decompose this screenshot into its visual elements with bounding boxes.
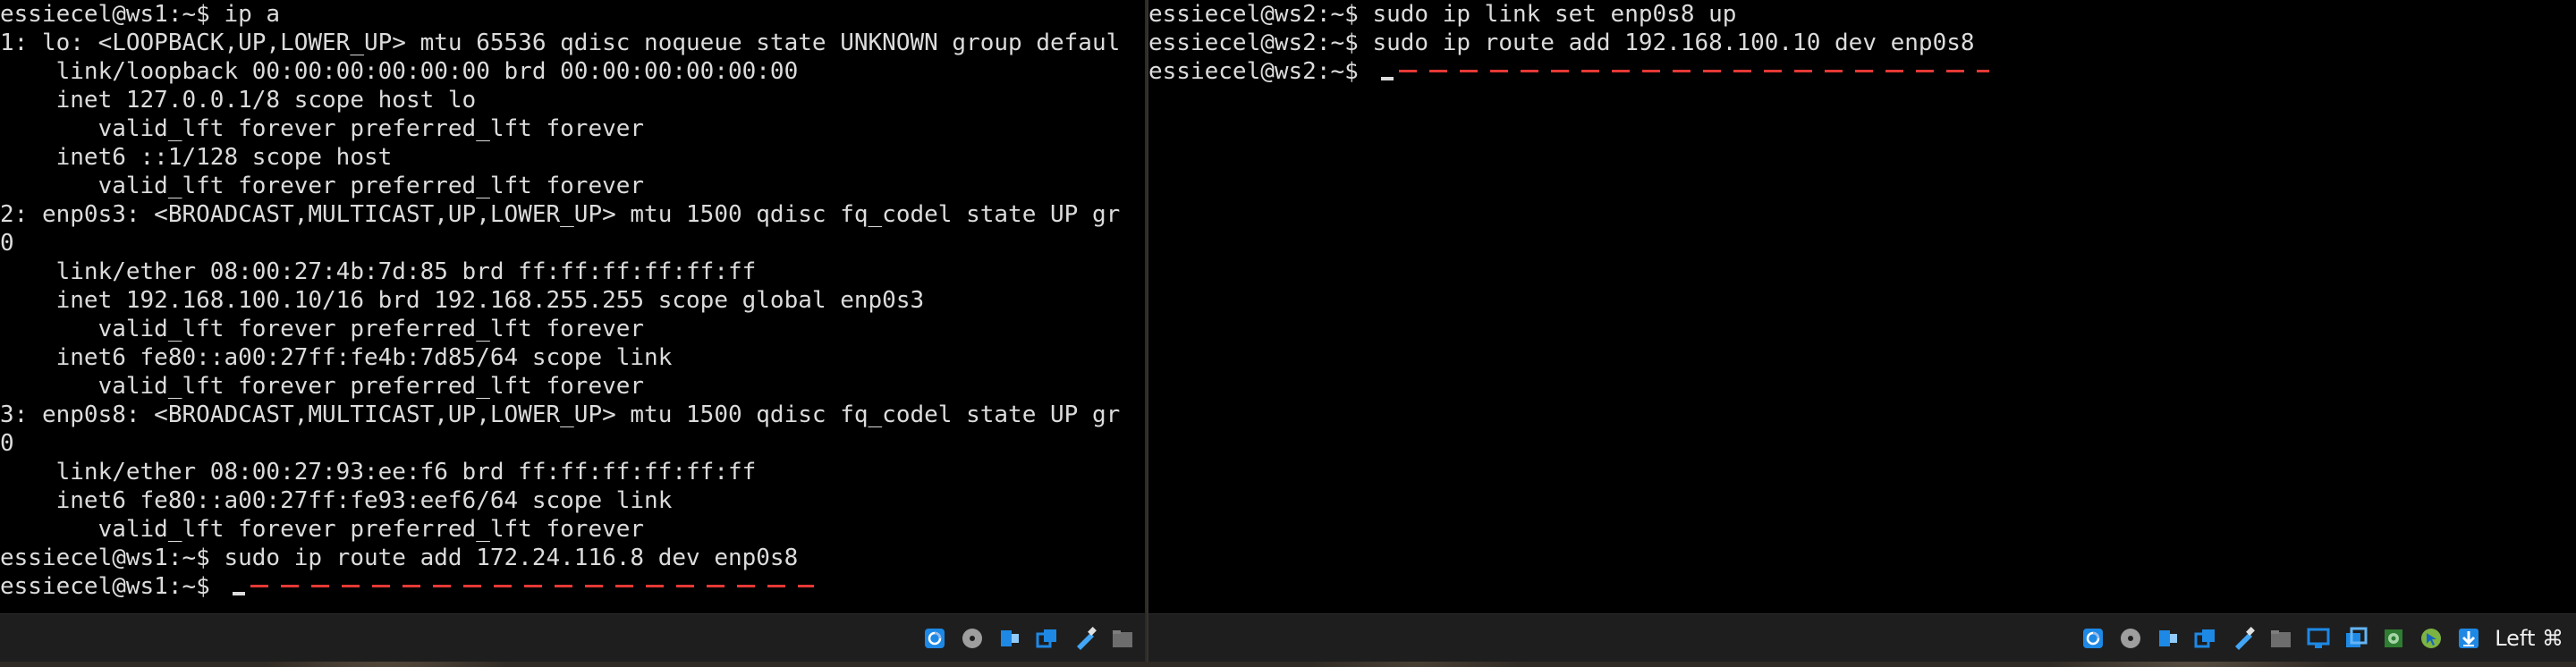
- terminal-line: inet6 ::1/128 scope host: [0, 144, 393, 171]
- hard-disk-icon[interactable]: [2080, 625, 2106, 652]
- terminal-line: 0: [0, 230, 14, 257]
- display-icon[interactable]: [2305, 625, 2332, 652]
- vm-statusbar-ws1: [0, 613, 1145, 662]
- terminal-ws2[interactable]: essiecel@ws2:~$ sudo ip link set enp0s8 …: [1148, 0, 2576, 613]
- text-cursor: [233, 592, 246, 595]
- annotation-dashed-line: [1399, 70, 1990, 72]
- screen-capture-icon[interactable]: [2343, 625, 2369, 652]
- host-key-label[interactable]: Left ⌘: [2495, 626, 2563, 651]
- shared-folder-icon[interactable]: [1109, 625, 1136, 652]
- text-cursor: [1381, 77, 1394, 80]
- terminal-line: link/ether 08:00:27:93:ee:f6 brd ff:ff:f…: [0, 459, 757, 485]
- usb-icon[interactable]: [1072, 625, 1098, 652]
- optical-disk-icon[interactable]: [2117, 625, 2144, 652]
- terminal-line: essiecel@ws1:~$ ip a: [0, 1, 281, 28]
- terminal-ws1[interactable]: essiecel@ws1:~$ ip a 1: lo: <LOOPBACK,UP…: [0, 0, 1145, 613]
- terminal-prompt-line[interactable]: essiecel@ws1:~$: [0, 572, 1145, 601]
- terminal-line: essiecel@ws1:~$ sudo ip route add 172.24…: [0, 545, 799, 571]
- usb-icon[interactable]: [2230, 625, 2257, 652]
- audio-icon[interactable]: [996, 625, 1023, 652]
- terminal-line: 1: lo: <LOOPBACK,UP,LOWER_UP> mtu 65536 …: [0, 30, 1121, 56]
- shared-folder-icon[interactable]: [2267, 625, 2294, 652]
- audio-icon[interactable]: [2155, 625, 2182, 652]
- mouse-integration-icon[interactable]: [2418, 625, 2445, 652]
- terminal-prompt-line[interactable]: essiecel@ws2:~$: [1148, 57, 2576, 86]
- terminal-prompt: essiecel@ws1:~$: [0, 573, 225, 600]
- terminal-line: 0: [0, 430, 14, 457]
- terminal-line: 2: enp0s3: <BROADCAST,MULTICAST,UP,LOWER…: [0, 201, 1121, 228]
- network-icon[interactable]: [2192, 625, 2219, 652]
- terminal-line: valid_lft forever preferred_lft forever: [0, 115, 645, 142]
- annotation-dashed-line: [250, 585, 815, 587]
- download-icon[interactable]: [2455, 625, 2482, 652]
- terminal-line: valid_lft forever preferred_lft forever: [0, 516, 645, 543]
- terminal-line: link/loopback 00:00:00:00:00:00 brd 00:0…: [0, 58, 799, 85]
- recording-icon[interactable]: [2380, 625, 2407, 652]
- terminal-line: 3: enp0s8: <BROADCAST,MULTICAST,UP,LOWER…: [0, 401, 1121, 428]
- terminal-line: valid_lft forever preferred_lft forever: [0, 316, 645, 342]
- terminal-line: essiecel@ws2:~$ sudo ip route add 192.16…: [1148, 30, 1975, 56]
- terminal-line: inet6 fe80::a00:27ff:fe4b:7d85/64 scope …: [0, 344, 673, 371]
- vm-window-ws1[interactable]: essiecel@ws1:~$ ip a 1: lo: <LOOPBACK,UP…: [0, 0, 1145, 662]
- network-icon[interactable]: [1034, 625, 1061, 652]
- terminal-line: valid_lft forever preferred_lft forever: [0, 373, 645, 400]
- vm-window-ws2[interactable]: essiecel@ws2:~$ sudo ip link set enp0s8 …: [1147, 0, 2576, 662]
- terminal-line: inet 192.168.100.10/16 brd 192.168.255.2…: [0, 287, 925, 314]
- vm-statusbar-ws2: Left ⌘: [1148, 613, 2576, 662]
- terminal-line: essiecel@ws2:~$ sudo ip link set enp0s8 …: [1148, 1, 1737, 28]
- terminal-line: link/ether 08:00:27:4b:7d:85 brd ff:ff:f…: [0, 258, 757, 285]
- terminal-line: inet6 fe80::a00:27ff:fe93:eef6/64 scope …: [0, 487, 673, 514]
- terminal-prompt: essiecel@ws2:~$: [1148, 58, 1373, 85]
- optical-disk-icon[interactable]: [959, 625, 986, 652]
- terminal-line: valid_lft forever preferred_lft forever: [0, 173, 645, 199]
- hard-disk-icon[interactable]: [921, 625, 948, 652]
- terminal-line: inet 127.0.0.1/8 scope host lo: [0, 87, 477, 114]
